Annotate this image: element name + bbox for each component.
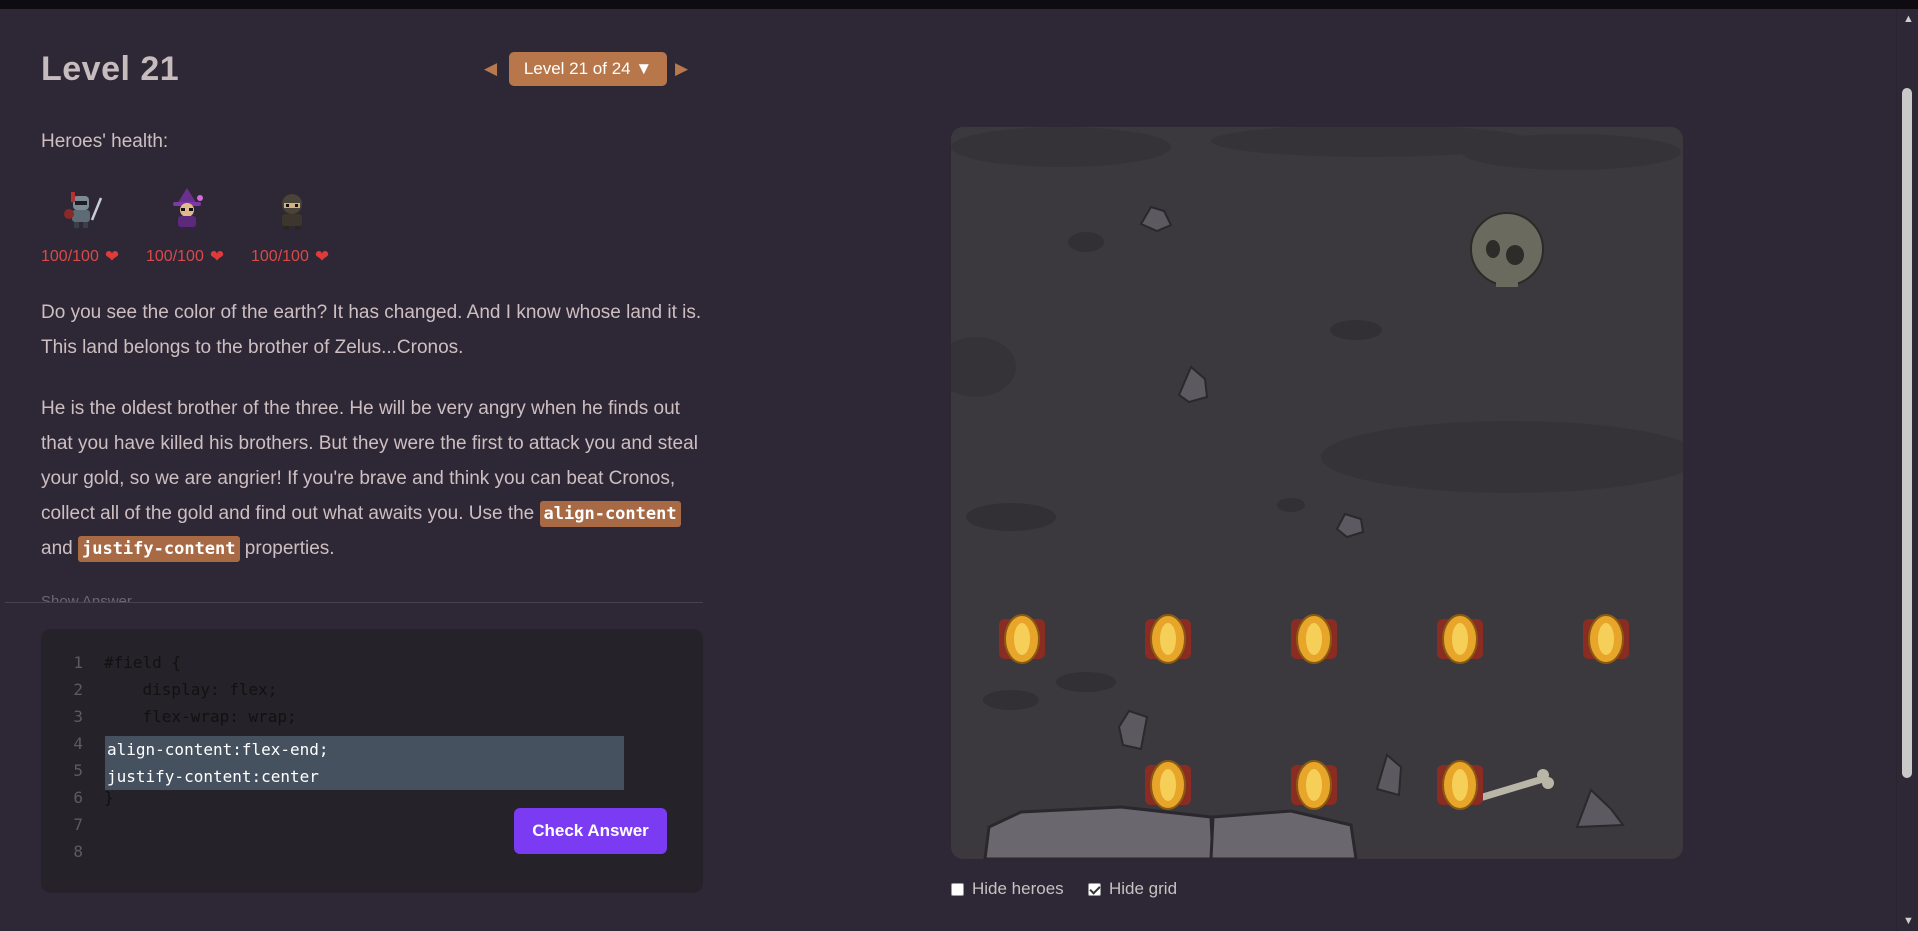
rock bbox=[1139, 205, 1173, 233]
editor-line: 2 display: flex; bbox=[73, 680, 278, 699]
gold-coin bbox=[1145, 760, 1191, 810]
rock bbox=[1177, 365, 1209, 404]
hide-heroes-option[interactable]: Hide heroes bbox=[951, 879, 1064, 899]
hide-grid-option[interactable]: Hide grid bbox=[1088, 879, 1177, 899]
code-chip-align-content: align-content bbox=[539, 501, 681, 527]
gold-coin bbox=[1437, 760, 1483, 810]
page-scrollbar[interactable]: ▲ ▼ bbox=[1896, 9, 1918, 931]
knight-icon bbox=[64, 192, 103, 228]
scroll-down-arrow-icon[interactable]: ▼ bbox=[1903, 915, 1914, 927]
heroes-health-label: Heroes' health: bbox=[41, 131, 169, 152]
code-input-area[interactable]: align-content:flex-end; justify-content:… bbox=[105, 736, 624, 790]
code-chip-justify-content: justify-content bbox=[77, 536, 240, 562]
page-title: Level 21 bbox=[41, 50, 180, 88]
rock bbox=[1575, 788, 1625, 829]
rock bbox=[1375, 753, 1403, 797]
gold-coin bbox=[1145, 614, 1191, 664]
app: Level 21 ◀ Level 21 of 24 ▼ ▶ Heroes' he… bbox=[0, 9, 1896, 931]
level-selector[interactable]: Level 21 of 24 ▼ bbox=[509, 52, 667, 86]
hero-rogue: 100/100 ❤ bbox=[251, 186, 351, 267]
code-input-line-1[interactable]: align-content:flex-end; bbox=[107, 736, 329, 763]
stone-slab bbox=[983, 805, 1358, 859]
story-paragraph-1: Do you see the color of the earth? It ha… bbox=[41, 302, 702, 358]
heart-icon: ❤ bbox=[209, 247, 225, 266]
hide-heroes-checkbox[interactable] bbox=[951, 882, 964, 896]
gold-coin bbox=[1583, 614, 1629, 664]
window-top-bar bbox=[0, 0, 1918, 9]
editor-line: 1 #field { bbox=[73, 653, 182, 672]
previous-level-arrow[interactable]: ◀ bbox=[484, 59, 497, 79]
story-paragraph-2: He is the oldest brother of the three. H… bbox=[41, 391, 706, 566]
rogue-icon bbox=[282, 194, 302, 230]
game-field bbox=[951, 127, 1683, 859]
rock bbox=[1117, 709, 1149, 751]
next-level-arrow[interactable]: ▶ bbox=[675, 59, 688, 79]
hero-health: 100/100 ❤ bbox=[41, 247, 120, 266]
hero-health: 100/100 ❤ bbox=[146, 247, 225, 266]
gold-coin bbox=[1291, 760, 1337, 810]
check-answer-button[interactable]: Check Answer bbox=[514, 808, 667, 854]
gold-coin bbox=[1291, 614, 1337, 664]
bone bbox=[1479, 769, 1554, 801]
gold-coin bbox=[999, 614, 1045, 664]
hero-health: 100/100 ❤ bbox=[251, 247, 330, 266]
heart-icon: ❤ bbox=[104, 247, 120, 266]
skull bbox=[1470, 212, 1544, 287]
rock bbox=[1335, 512, 1365, 539]
scroll-up-arrow-icon[interactable]: ▲ bbox=[1903, 13, 1914, 25]
scroll-thumb[interactable] bbox=[1902, 88, 1912, 778]
divider bbox=[5, 602, 703, 603]
hero-knight: 100/100 ❤ bbox=[41, 186, 141, 267]
code-input-line-2[interactable]: justify-content:center bbox=[107, 763, 319, 790]
game-field-art bbox=[951, 127, 1683, 859]
editor-line: 3 flex-wrap: wrap; bbox=[73, 707, 297, 726]
heart-icon: ❤ bbox=[314, 247, 330, 266]
hero-wizard: 100/100 ❤ bbox=[146, 186, 246, 267]
instructions-panel: Level 21 ◀ Level 21 of 24 ▼ ▶ Heroes' he… bbox=[0, 9, 703, 931]
hide-grid-checkbox[interactable] bbox=[1088, 882, 1101, 896]
wizard-icon bbox=[173, 188, 203, 230]
gold-coin bbox=[1437, 614, 1483, 664]
